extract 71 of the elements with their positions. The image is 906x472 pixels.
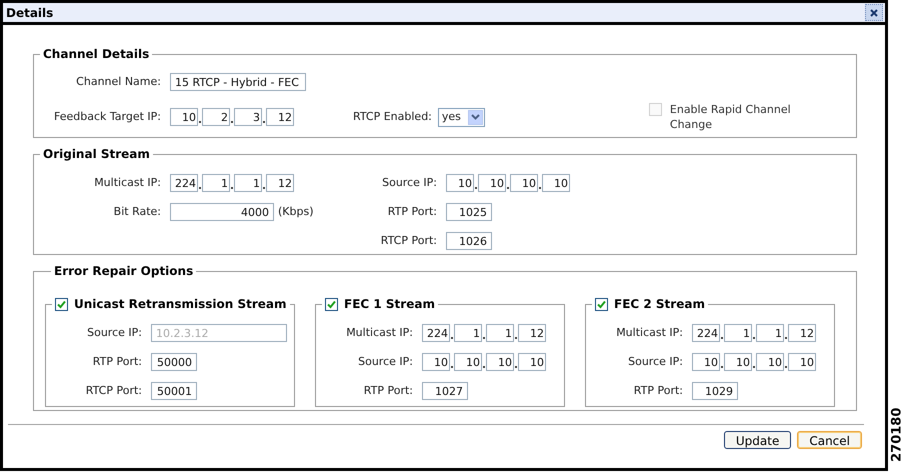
- ip-octet-field[interactable]: 12: [518, 324, 546, 342]
- ip-octet-field[interactable]: 1: [756, 324, 784, 342]
- checkbox-label: Enable Rapid Channel Change: [670, 102, 792, 132]
- input-field[interactable]: 1029: [692, 382, 738, 400]
- ip-octet-field[interactable]: 1: [234, 174, 262, 192]
- ip-octet-field[interactable]: 10: [788, 353, 816, 371]
- group-title: FEC 1 Stream: [344, 296, 435, 313]
- field-label: Bit Rate:: [112, 204, 162, 220]
- field-label: Feedback Target IP:: [53, 108, 162, 125]
- ip-octet-field[interactable]: 224: [170, 174, 198, 192]
- ip-octet-field[interactable]: 3: [234, 108, 262, 126]
- field-label: Source IP:: [627, 354, 684, 370]
- group-title: Unicast Retransmission Stream: [74, 296, 287, 313]
- ip-octet-field[interactable]: 10: [454, 353, 482, 371]
- ip-octet-field[interactable]: 1: [202, 174, 230, 192]
- ip-octet-field[interactable]: 10: [422, 353, 450, 371]
- ip-octet-field[interactable]: 10: [518, 353, 546, 371]
- group-title: Original Stream: [43, 146, 150, 163]
- input-field[interactable]: 50000: [151, 353, 197, 371]
- group-title: Error Repair Options: [54, 263, 194, 280]
- ip-octet-field[interactable]: 2: [202, 108, 230, 126]
- close-button[interactable]: [865, 4, 883, 21]
- ip-octet-field[interactable]: 10: [170, 108, 198, 126]
- unit-label: (Kbps): [278, 204, 314, 220]
- group-title: FEC 2 Stream: [614, 296, 705, 313]
- ip-octet-field[interactable]: 10: [692, 353, 720, 371]
- field-label: RTP Port:: [386, 204, 438, 220]
- close-icon: [870, 8, 878, 16]
- input-field[interactable]: 15 RTCP - Hybrid - FEC: [170, 73, 306, 91]
- dialog-button[interactable]: Cancel: [797, 431, 862, 449]
- dialog-button[interactable]: Update: [724, 431, 792, 449]
- field-label: RTP Port:: [92, 354, 143, 370]
- input-field[interactable]: 1025: [446, 203, 492, 221]
- group-title: Channel Details: [43, 46, 150, 63]
- ip-octet-field[interactable]: 10: [542, 174, 570, 192]
- ip-octet-field[interactable]: 224: [422, 324, 450, 342]
- field-label: Channel Name:: [75, 74, 162, 90]
- field-label: Multicast IP:: [93, 174, 162, 191]
- field-label: RTCP Port:: [84, 382, 143, 399]
- ip-octet-field[interactable]: 224: [692, 324, 720, 342]
- input-field[interactable]: 50001: [151, 382, 197, 400]
- ip-octet-field[interactable]: 1: [486, 324, 514, 342]
- ip-octet-field[interactable]: 1: [454, 324, 482, 342]
- ip-octet-field[interactable]: 12: [266, 108, 294, 126]
- ip-octet-field[interactable]: 10: [510, 174, 538, 192]
- field-label: Multicast IP:: [615, 324, 684, 341]
- checkbox[interactable]: [325, 298, 338, 310]
- field-label: Source IP:: [381, 174, 438, 191]
- field-label: RTCP Port:: [380, 232, 438, 249]
- field-label: RTCP Enabled:: [353, 108, 433, 125]
- ip-octet-field[interactable]: 10: [478, 174, 506, 192]
- dropdown[interactable]: yes: [438, 108, 485, 126]
- field-label: Source IP:: [357, 354, 414, 370]
- input-field[interactable]: 1027: [422, 382, 468, 400]
- field-label: Multicast IP:: [345, 324, 414, 341]
- input-field[interactable]: 4000: [170, 203, 274, 221]
- ip-octet-field[interactable]: 12: [788, 324, 816, 342]
- figure-number: 270180: [888, 407, 906, 462]
- field-label: Source IP:: [86, 324, 143, 341]
- field-label: RTP Port:: [362, 382, 414, 399]
- ip-octet-field[interactable]: 1: [724, 324, 752, 342]
- ip-octet-field[interactable]: 10: [724, 353, 752, 371]
- ip-octet-field[interactable]: 10: [446, 174, 474, 192]
- checkbox[interactable]: [55, 298, 68, 310]
- field-label: RTP Port:: [632, 382, 684, 399]
- ip-octet-field[interactable]: 10: [756, 353, 784, 371]
- window-title: Details: [6, 4, 54, 22]
- ip-octet-field[interactable]: 10: [486, 353, 514, 371]
- checkbox[interactable]: [595, 298, 608, 310]
- ip-octet-field[interactable]: 12: [266, 174, 294, 192]
- input-field[interactable]: 1026: [446, 232, 492, 250]
